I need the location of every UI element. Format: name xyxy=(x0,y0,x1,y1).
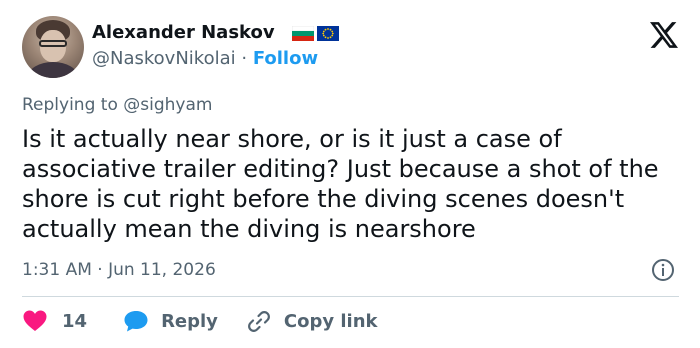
author-handle[interactable]: @NaskovNikolai xyxy=(92,48,236,69)
eu-flag-icon xyxy=(317,26,339,41)
timestamp[interactable]: 1:31 AM · Jun 11, 2026 xyxy=(22,259,216,281)
reply-bubble-icon xyxy=(124,311,148,332)
divider xyxy=(22,296,679,297)
replying-to: Replying to @sighyam xyxy=(22,95,213,115)
like-button[interactable]: 14 xyxy=(22,309,87,333)
copy-link-label: Copy link xyxy=(283,310,378,332)
handle-separator: · xyxy=(241,48,248,69)
author-name[interactable]: Alexander Naskov xyxy=(92,22,275,44)
handle-row: @NaskovNikolai · Follow xyxy=(92,48,318,70)
action-bar: 14 Reply Copy link xyxy=(22,309,378,333)
like-count: 14 xyxy=(62,310,88,332)
bulgaria-flag-icon xyxy=(292,26,314,41)
avatar[interactable] xyxy=(22,16,84,78)
copy-link-button[interactable]: Copy link xyxy=(246,309,378,333)
link-icon xyxy=(247,311,270,332)
flag-emojis xyxy=(292,26,339,41)
x-logo-icon[interactable] xyxy=(650,22,678,48)
tweet-text: Is it actually near shore, or is it just… xyxy=(22,125,659,243)
reply-button[interactable]: Reply xyxy=(123,309,218,333)
heart-icon xyxy=(23,310,47,331)
follow-button[interactable]: Follow xyxy=(253,48,318,69)
reply-label: Reply xyxy=(161,310,218,332)
info-icon[interactable] xyxy=(651,258,675,282)
